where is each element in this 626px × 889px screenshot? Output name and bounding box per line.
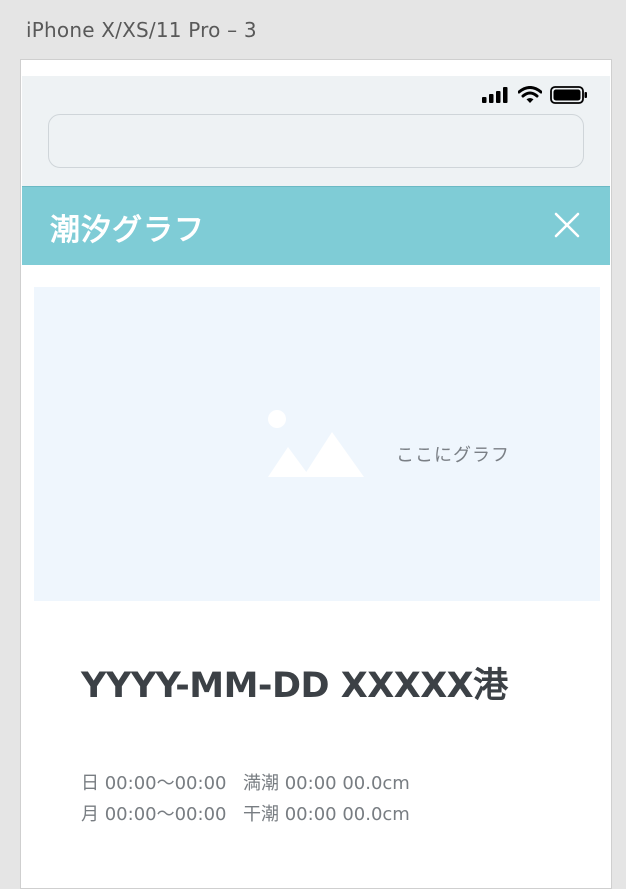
tide-info-row: 日 00:00〜00:00 満潮 00:00 00.0cm bbox=[81, 766, 410, 797]
url-bar[interactable] bbox=[48, 114, 584, 168]
tide-info: 日 00:00〜00:00 満潮 00:00 00.0cm 月 00:00〜00… bbox=[81, 766, 410, 828]
high-tide: 満潮 00:00 00.0cm bbox=[243, 772, 410, 794]
signal-icon bbox=[482, 87, 508, 103]
sun-time: 日 00:00〜00:00 bbox=[81, 772, 227, 794]
status-icons bbox=[482, 86, 588, 104]
wifi-icon bbox=[518, 86, 542, 103]
image-placeholder-icon bbox=[268, 410, 364, 477]
tide-info-row: 月 00:00〜00:00 干潮 00:00 00.0cm bbox=[81, 797, 410, 828]
date-port-title: YYYY-MM-DD XXXXX港 bbox=[81, 666, 508, 706]
browser-chrome bbox=[22, 76, 610, 186]
moon-time: 月 00:00〜00:00 bbox=[81, 803, 227, 825]
close-button[interactable] bbox=[550, 208, 584, 242]
graph-placeholder-text: ここにグラフ bbox=[396, 445, 510, 466]
tide-graph-placeholder: ここにグラフ bbox=[34, 287, 600, 601]
battery-icon bbox=[550, 86, 587, 104]
artboard-label: iPhone X/XS/11 Pro – 3 bbox=[26, 18, 257, 42]
close-icon bbox=[554, 212, 580, 238]
page-title: 潮汐グラフ bbox=[50, 213, 205, 248]
phone-artboard: 潮汐グラフ ここにグラフ YYYY-MM-DD XXXXX港 日 00:00〜0… bbox=[20, 59, 612, 889]
app-header: 潮汐グラフ bbox=[22, 186, 610, 265]
low-tide: 干潮 00:00 00.0cm bbox=[243, 803, 410, 825]
